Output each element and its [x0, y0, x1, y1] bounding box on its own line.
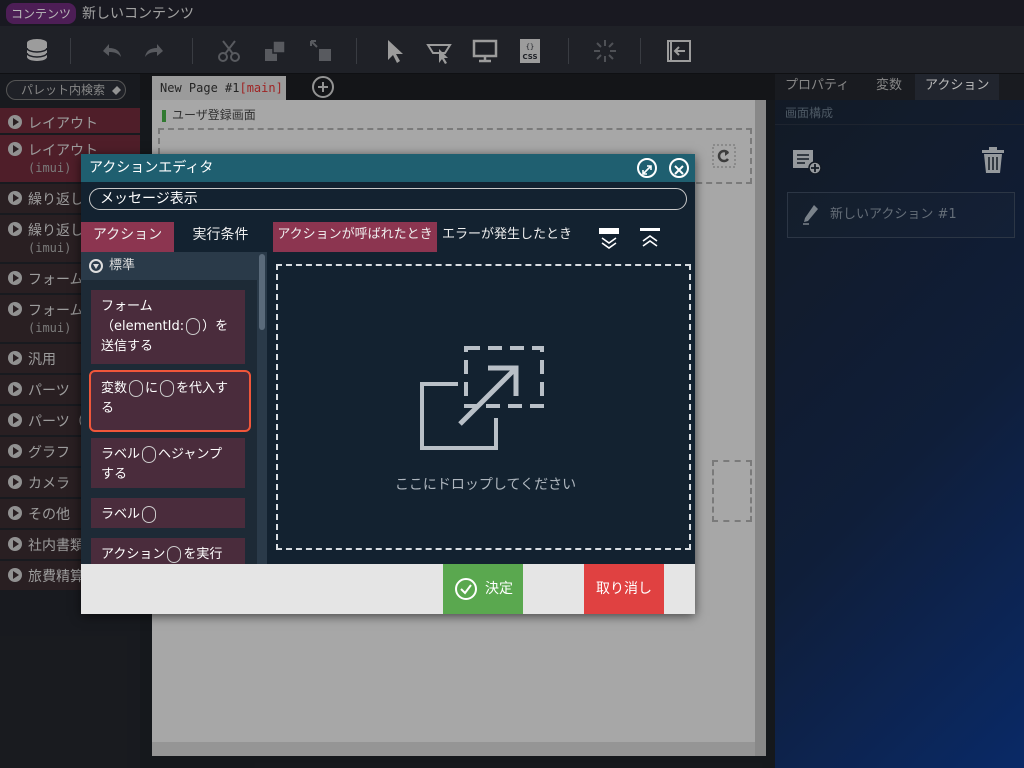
action-card-jump-label[interactable]: ラベル ヘジャンプ する	[91, 438, 245, 488]
param-slot[interactable]	[129, 380, 144, 397]
card-text: に	[145, 381, 159, 396]
card-text: ）を	[202, 319, 229, 334]
close-icon[interactable]	[669, 158, 689, 178]
action-card-run-action[interactable]: アクション を実行	[91, 538, 245, 564]
card-text: る	[101, 401, 115, 416]
param-slot[interactable]	[142, 446, 157, 463]
ok-button-label: 決定	[485, 581, 513, 597]
tab-action[interactable]: アクション	[81, 222, 174, 252]
drop-here-icon	[420, 346, 544, 450]
dialog-header: アクションエディタ	[81, 154, 695, 182]
card-text: アクション	[101, 547, 166, 562]
action-name-input[interactable]: メッセージ表示	[89, 188, 687, 210]
scroll-to-top-icon[interactable]	[638, 228, 662, 250]
action-editor-dialog: アクションエディタ メッセージ表示 アクション 実行条件 アクションが呼ばれたと…	[81, 154, 695, 614]
action-palette-list: 標準 フォーム （elementId: ）を 送信する 変数 に を代入す る ラベル…	[81, 252, 267, 564]
card-text: （elementId:	[101, 319, 185, 334]
scroll-to-bottom-icon[interactable]	[597, 228, 621, 250]
param-slot[interactable]	[142, 506, 157, 523]
dialog-title: アクションエディタ	[89, 160, 214, 176]
action-group-label: 標準	[109, 258, 136, 273]
card-text: する	[101, 467, 128, 482]
tab-on-action-called[interactable]: アクションが呼ばれたとき	[273, 222, 437, 252]
action-card-assign-variable[interactable]: 変数 に を代入す る	[89, 370, 251, 432]
action-list-scrollbar[interactable]	[257, 252, 267, 564]
tab-exec-condition[interactable]: 実行条件	[174, 222, 267, 252]
card-text: を実行	[183, 547, 223, 562]
collapse-circle-icon	[89, 259, 103, 273]
card-text: ヘジャンプ	[158, 447, 222, 462]
tab-on-error[interactable]: エラーが発生したとき	[437, 222, 577, 252]
action-drop-zone[interactable]: ここにドロップしてください	[276, 264, 691, 550]
action-group-header[interactable]: 標準	[81, 252, 257, 280]
maximize-icon[interactable]	[637, 158, 657, 178]
card-text: ラベル	[101, 507, 141, 522]
card-text: 送信する	[101, 339, 154, 354]
scrollbar-thumb[interactable]	[259, 254, 265, 330]
param-slot[interactable]	[160, 380, 175, 397]
cancel-button[interactable]: 取り消し	[584, 564, 664, 614]
card-text: フォーム	[101, 299, 153, 314]
card-text: 変数	[101, 381, 128, 396]
card-text: ラベル	[101, 447, 141, 462]
param-slot[interactable]	[167, 546, 182, 563]
action-card-submit-form[interactable]: フォーム （elementId: ）を 送信する	[91, 290, 245, 364]
param-slot[interactable]	[186, 318, 201, 335]
drop-zone-text: ここにドロップしてください	[394, 477, 577, 493]
ok-button[interactable]: 決定	[443, 564, 523, 614]
card-text: を代入す	[176, 381, 229, 396]
action-card-label[interactable]: ラベル	[91, 498, 245, 528]
check-circle-icon	[455, 578, 477, 600]
dialog-footer: 決定 取り消し	[81, 564, 695, 614]
